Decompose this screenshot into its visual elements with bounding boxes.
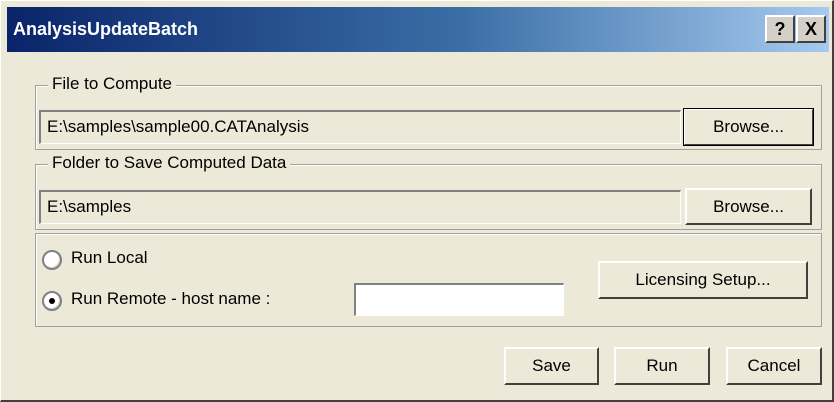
host-name-input[interactable] bbox=[354, 283, 564, 316]
run-local-label[interactable]: Run Local bbox=[71, 248, 148, 268]
run-remote-label[interactable]: Run Remote - host name : bbox=[71, 289, 270, 309]
title-bar[interactable]: AnalysisUpdateBatch ? X bbox=[7, 7, 829, 52]
window-title: AnalysisUpdateBatch bbox=[13, 19, 199, 39]
close-button[interactable]: X bbox=[796, 15, 826, 43]
file-to-compute-legend: File to Compute bbox=[48, 74, 176, 94]
run-local-radio[interactable] bbox=[42, 250, 62, 270]
run-remote-radio[interactable] bbox=[42, 291, 62, 311]
radio-selected-dot bbox=[49, 298, 55, 304]
folder-to-save-legend: Folder to Save Computed Data bbox=[48, 153, 291, 173]
save-button[interactable]: Save bbox=[504, 347, 599, 385]
help-button[interactable]: ? bbox=[765, 15, 795, 43]
folder-browse-button[interactable]: Browse... bbox=[685, 188, 812, 225]
file-browse-button[interactable]: Browse... bbox=[683, 108, 814, 146]
cancel-button[interactable]: Cancel bbox=[726, 347, 822, 385]
run-button[interactable]: Run bbox=[614, 347, 710, 385]
file-path-field[interactable]: E:\samples\sample00.CATAnalysis bbox=[39, 110, 681, 144]
licensing-setup-button[interactable]: Licensing Setup... bbox=[598, 261, 808, 299]
analysis-update-batch-dialog: AnalysisUpdateBatch ? X File to Compute … bbox=[0, 0, 834, 402]
folder-path-field[interactable]: E:\samples bbox=[39, 190, 681, 224]
